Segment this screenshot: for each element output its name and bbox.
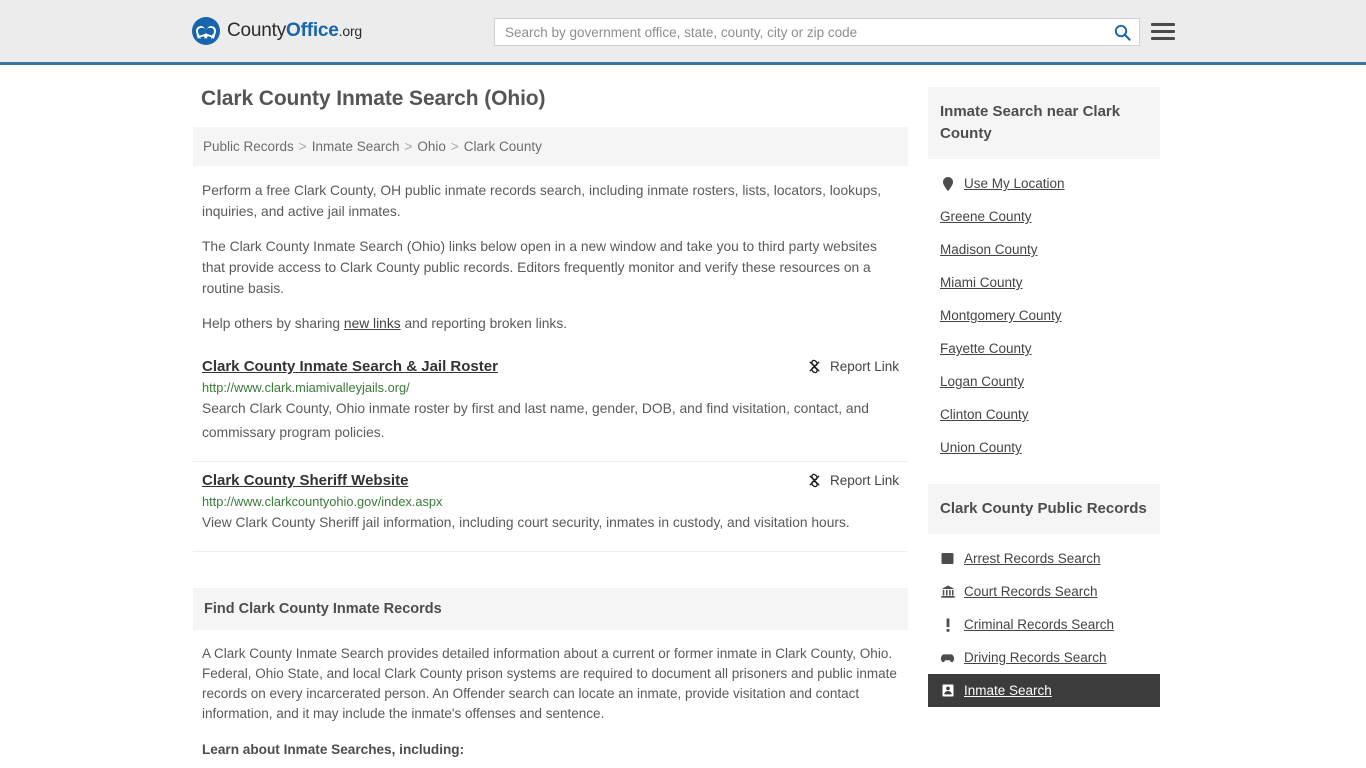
hamburger-bar <box>1151 22 1175 26</box>
sidebar-item-label: Logan County <box>940 374 1025 389</box>
breadcrumb-item-clark-county[interactable]: Clark County <box>464 139 542 154</box>
eagle-icon <box>196 25 216 35</box>
content-container: Clark County Inmate Search (Ohio) Public… <box>193 65 1173 768</box>
page-title: Clark County Inmate Search (Ohio) <box>201 87 546 110</box>
broken-link-icon <box>809 473 820 488</box>
site-logo[interactable]: ★★★ CountyOffice.org <box>192 17 362 45</box>
sidebar-nearby-heading: Inmate Search near Clark County <box>928 87 1160 159</box>
result-header: Clark County Sheriff Website Report Link <box>202 472 899 489</box>
sidebar-item-label: Arrest Records Search <box>964 551 1101 566</box>
report-link-label: Report Link <box>829 359 899 374</box>
result-url: http://www.clark.miamivalleyjails.org/ <box>202 380 410 395</box>
sidebar-item-miami-county[interactable]: Miami County <box>928 266 1160 299</box>
result-header: Clark County Inmate Search & Jail Roster… <box>202 358 899 375</box>
result-description: View Clark County Sheriff jail informati… <box>202 515 850 530</box>
sidebar-item-label: Use My Location <box>964 176 1065 191</box>
learn-heading: Learn about Inmate Searches, including: <box>202 742 465 757</box>
sidebar-item-logan-county[interactable]: Logan County <box>928 365 1160 398</box>
sidebar-item-court-records-search[interactable]: Court Records Search <box>928 575 1160 608</box>
sidebar-item-label: Criminal Records Search <box>964 617 1115 632</box>
help-text-after: and reporting broken links. <box>400 316 568 331</box>
sidebar-item-label: Montgomery County <box>940 308 1062 323</box>
header-inner: ★★★ CountyOffice.org <box>0 0 1366 62</box>
breadcrumb-separator: > <box>298 139 307 154</box>
courthouse-icon <box>940 584 955 599</box>
breadcrumb-separator: > <box>404 139 413 154</box>
help-text-before: Help others by sharing <box>202 316 344 331</box>
sidebar-public-records-box: Clark County Public Records Arrest Recor… <box>928 484 1160 707</box>
sidebar-item-use-my-location[interactable]: Use My Location <box>928 167 1160 200</box>
sidebar-item-driving-records-search[interactable]: Driving Records Search <box>928 641 1160 674</box>
map-pin-icon <box>940 176 955 191</box>
breadcrumb-item-public-records[interactable]: Public Records <box>203 139 294 154</box>
car-icon <box>940 650 955 665</box>
section-body: A Clark County Inmate Search provides de… <box>193 630 908 768</box>
breadcrumb-item-inmate-search[interactable]: Inmate Search <box>312 139 400 154</box>
section-heading: Find Clark County Inmate Records <box>193 588 908 630</box>
sidebar: Inmate Search near Clark County Use My L… <box>928 87 1160 727</box>
intro-paragraph-1: Perform a free Clark County, OH public i… <box>202 183 882 219</box>
sidebar-item-label: Madison County <box>940 242 1038 257</box>
breadcrumb-separator: > <box>450 139 459 154</box>
sidebar-item-union-county[interactable]: Union County <box>928 431 1160 464</box>
page-body: Clark County Inmate Search (Ohio) Public… <box>0 65 1366 768</box>
inmate-id-icon <box>940 683 955 698</box>
intro-section: Perform a free Clark County, OH public i… <box>193 166 908 334</box>
search-icon <box>1114 24 1131 41</box>
sidebar-item-clinton-county[interactable]: Clinton County <box>928 398 1160 431</box>
breadcrumb-item-ohio[interactable]: Ohio <box>417 139 446 154</box>
sidebar-public-records-list: Arrest Records Search Court Records Sear… <box>928 534 1160 707</box>
sidebar-nearby-box: Inmate Search near Clark County Use My L… <box>928 87 1160 464</box>
logo-text: CountyOffice.org <box>227 20 362 42</box>
search-bar[interactable] <box>494 18 1140 46</box>
sidebar-item-label: Clinton County <box>940 407 1029 422</box>
sidebar-item-fayette-county[interactable]: Fayette County <box>928 332 1160 365</box>
logo-text-office: Office <box>286 20 339 41</box>
help-paragraph: Help others by sharing new links and rep… <box>202 313 899 334</box>
sidebar-item-label: Court Records Search <box>964 584 1098 599</box>
sidebar-item-label: Inmate Search <box>964 683 1052 698</box>
sidebar-public-records-heading: Clark County Public Records <box>928 484 1160 534</box>
fingerprint-card-icon <box>940 551 955 566</box>
sidebar-item-montgomery-county[interactable]: Montgomery County <box>928 299 1160 332</box>
sidebar-item-inmate-search[interactable]: Inmate Search <box>928 674 1160 707</box>
sidebar-item-label: Greene County <box>940 209 1032 224</box>
result-item: Clark County Inmate Search & Jail Roster… <box>193 348 908 462</box>
sidebar-item-madison-county[interactable]: Madison County <box>928 233 1160 266</box>
report-link-button[interactable]: Report Link <box>807 472 899 488</box>
hamburger-bar <box>1151 29 1175 33</box>
logo-text-county: County <box>227 20 287 41</box>
report-link-label: Report Link <box>829 473 899 488</box>
section-paragraph: A Clark County Inmate Search provides de… <box>202 646 897 721</box>
result-description: Search Clark County, Ohio inmate roster … <box>202 401 869 440</box>
sidebar-item-greene-county[interactable]: Greene County <box>928 200 1160 233</box>
sidebar-nearby-list: Use My Location Greene County Madison Co… <box>928 159 1160 464</box>
broken-link-icon <box>809 359 820 374</box>
search-input[interactable] <box>495 19 1105 45</box>
main-column: Clark County Inmate Search (Ohio) Public… <box>193 87 908 768</box>
hamburger-bar <box>1151 36 1175 40</box>
result-title-link[interactable]: Clark County Inmate Search & Jail Roster <box>202 358 498 375</box>
search-button[interactable] <box>1105 19 1139 45</box>
sidebar-item-label: Union County <box>940 440 1022 455</box>
exclamation-icon <box>940 617 955 632</box>
result-item: Clark County Sheriff Website Report Link… <box>193 462 908 552</box>
sidebar-item-label: Driving Records Search <box>964 650 1107 665</box>
result-url: http://www.clarkcountyohio.gov/index.asp… <box>202 494 443 509</box>
countyoffice-emblem-icon: ★★★ <box>192 17 220 45</box>
sidebar-item-label: Fayette County <box>940 341 1032 356</box>
new-links-link[interactable]: new links <box>344 316 401 331</box>
result-title-link[interactable]: Clark County Sheriff Website <box>202 472 408 489</box>
sidebar-item-arrest-records-search[interactable]: Arrest Records Search <box>928 542 1160 575</box>
site-header: ★★★ CountyOffice.org <box>0 0 1366 65</box>
breadcrumb: Public Records > Inmate Search > Ohio > Clark … <box>193 127 908 166</box>
sidebar-item-label: Miami County <box>940 275 1023 290</box>
hamburger-menu-icon[interactable] <box>1151 19 1175 43</box>
sidebar-item-criminal-records-search[interactable]: Criminal Records Search <box>928 608 1160 641</box>
intro-paragraph-2: The Clark County Inmate Search (Ohio) li… <box>202 239 877 296</box>
logo-text-org: .org <box>338 23 363 39</box>
report-link-button[interactable]: Report Link <box>807 358 899 374</box>
